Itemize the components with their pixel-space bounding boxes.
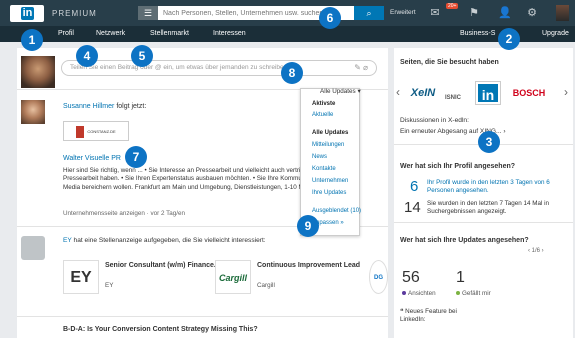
page-logo-xein[interactable]: XeIN bbox=[406, 82, 440, 104]
pages-title: Seiten, die Sie besucht haben bbox=[400, 59, 499, 66]
ey-update: EY hat eine Stellenanzeige aufgegeben, d… bbox=[63, 237, 266, 244]
filter-item-alle[interactable]: Alle Updates bbox=[312, 130, 348, 136]
search-count: 14 bbox=[404, 199, 421, 216]
filter-item-mitteilungen[interactable]: Mitteilungen bbox=[312, 142, 344, 148]
advanced-search-link[interactable]: Erweitert bbox=[390, 9, 416, 16]
add-connection-icon[interactable]: 👤 bbox=[498, 6, 512, 20]
job-title[interactable]: Senior Consultant (w/m) Finance... bbox=[105, 262, 225, 271]
update-header: Susanne Hillmer folgt jetzt: bbox=[63, 103, 146, 110]
filter-item-aktivste[interactable]: Aktivste bbox=[312, 101, 335, 107]
job-card[interactable]: Cargill Continuous Improvement Lead Carg… bbox=[215, 260, 365, 308]
discussions-text: Diskussionen in X-edln: bbox=[400, 117, 469, 124]
susanne-avatar[interactable] bbox=[21, 100, 45, 124]
chevron-left-icon[interactable]: ‹ bbox=[396, 85, 400, 99]
filter-label: Alle Updates bbox=[320, 88, 356, 95]
views-count: 56 bbox=[402, 269, 420, 286]
mail-badge: 20+ bbox=[446, 3, 459, 9]
dg-logo: DG bbox=[369, 260, 388, 294]
filter-selected[interactable]: Alle Updates ▾ bbox=[320, 88, 361, 95]
share-placeholder: Teilen Sie einen Beitrag oder @ ein, um … bbox=[70, 64, 288, 71]
company-logo-text: CONSTANZ.DE bbox=[87, 129, 116, 134]
my-avatar[interactable] bbox=[21, 56, 55, 88]
susanne-name[interactable]: Susanne Hillmer bbox=[63, 103, 114, 110]
share-box[interactable]: Teilen Sie einen Beitrag oder @ ein, um … bbox=[61, 60, 377, 76]
hamburger-icon[interactable]: ☰ bbox=[138, 6, 158, 20]
settings-icon[interactable]: ⚙ bbox=[525, 6, 539, 20]
job-company: EY bbox=[105, 282, 114, 289]
annotation-4: 4 bbox=[76, 45, 98, 67]
nav-netzwerk[interactable]: Netzwerk bbox=[96, 30, 125, 37]
job-title[interactable]: Continuous Improvement Lead bbox=[257, 262, 377, 271]
views-label-text: Ansichten bbox=[408, 290, 436, 297]
company-logo[interactable]: CONSTANZ.DE bbox=[63, 121, 129, 141]
annotation-6: 6 bbox=[319, 7, 341, 29]
neues-feature-text: Neues Feature bei LinkedIn: bbox=[400, 308, 457, 323]
job-card[interactable]: DG bbox=[369, 260, 388, 308]
nav-profil[interactable]: Profil bbox=[58, 30, 74, 37]
filter-item-aktuelle[interactable]: Aktuelle bbox=[312, 112, 333, 118]
annotation-2: 2 bbox=[498, 28, 520, 50]
page-logo-bosch[interactable]: BOSCH bbox=[508, 82, 550, 104]
search-icon: ⌕ bbox=[366, 8, 372, 18]
nav-business[interactable]: Business-S bbox=[460, 30, 495, 37]
annotation-7: 7 bbox=[125, 146, 147, 168]
filter-item-ausgeblendet[interactable]: Ausgeblendet (10) bbox=[312, 208, 361, 214]
follow-text: folgt jetzt: bbox=[116, 103, 147, 110]
job-card[interactable]: EY Senior Consultant (w/m) Finance... EY bbox=[63, 260, 220, 308]
profile-avatar[interactable] bbox=[556, 5, 569, 21]
job-company: Cargill bbox=[257, 282, 275, 289]
ey-logo: EY bbox=[63, 260, 99, 294]
annotation-5: 5 bbox=[131, 45, 153, 67]
annotation-8: 8 bbox=[281, 62, 303, 84]
mail-icon[interactable]: ✉ bbox=[428, 6, 442, 20]
post-title[interactable]: B-D-A: Is Your Conversion Content Strate… bbox=[63, 326, 258, 333]
nav-stellenmarkt[interactable]: Stellenmarkt bbox=[150, 30, 189, 37]
nav-upgrade[interactable]: Upgrade bbox=[542, 30, 569, 37]
attach-icon[interactable]: ✎ ⌀ bbox=[354, 61, 368, 75]
annotation-1: 1 bbox=[21, 29, 43, 51]
viewed-title: Wer hat sich Ihr Profil angesehen? bbox=[400, 163, 516, 170]
filter-item-unternehmen[interactable]: Unternehmen bbox=[312, 178, 348, 184]
filter-item-kontakte[interactable]: Kontakte bbox=[312, 166, 336, 172]
annotation-9: 9 bbox=[297, 215, 319, 237]
likes-dot bbox=[456, 291, 460, 295]
update-meta[interactable]: Unternehmensseite anzeigen · vor 2 Tag/e… bbox=[63, 210, 185, 217]
likes-label-text: Gefällt mir bbox=[462, 290, 491, 297]
search-text: Sie wurden in den letzten 7 Tagen 14 Mal… bbox=[427, 200, 550, 215]
annotation-3: 3 bbox=[478, 131, 500, 153]
ey-text: hat eine Stellenanzeige aufgegeben, die … bbox=[73, 237, 266, 244]
search-button[interactable]: ⌕ bbox=[354, 6, 384, 20]
divider bbox=[17, 316, 388, 317]
updates-viewed-title: Wer hat sich Ihre Updates angesehen? bbox=[400, 237, 529, 244]
briefcase-icon bbox=[21, 236, 45, 260]
likes-count: 1 bbox=[456, 269, 465, 286]
neues-feature: ❝ Neues Feature bei LinkedIn: bbox=[400, 308, 460, 324]
linkedin-logo[interactable]: in bbox=[10, 5, 44, 22]
premium-label: PREMIUM bbox=[52, 9, 97, 18]
filter-item-news[interactable]: News bbox=[312, 154, 327, 160]
filter-item-ihre[interactable]: Ihre Updates bbox=[312, 190, 346, 196]
viewed-count[interactable]: 6 bbox=[410, 178, 418, 195]
main-nav: Profil Netzwerk Stellenmarkt Interessen … bbox=[0, 26, 575, 42]
divider bbox=[394, 222, 573, 223]
ey-name[interactable]: EY bbox=[63, 237, 72, 244]
top-bar: in PREMIUM ☰ ⌕ Erweitert ✉ 20+ ⚑ 👤 ⚙ bbox=[0, 0, 575, 26]
viewed-text[interactable]: Ihr Profil wurde in den letzten 3 Tagen … bbox=[427, 179, 569, 194]
discussions-label: Diskussionen in X-edln: bbox=[400, 117, 469, 124]
views-label: Ansichten bbox=[402, 290, 436, 297]
tower-icon bbox=[76, 125, 85, 138]
chevron-down-icon: ▾ bbox=[357, 88, 361, 95]
company-name[interactable]: Walter Visuelle PR bbox=[63, 155, 121, 162]
nav-interessen[interactable]: Interessen bbox=[213, 30, 246, 37]
views-dot bbox=[402, 291, 406, 295]
cargill-logo: Cargill bbox=[215, 260, 251, 294]
likes-label: Gefällt mir bbox=[456, 290, 491, 297]
flag-icon[interactable]: ⚑ bbox=[467, 6, 481, 20]
logo-in: in bbox=[20, 7, 35, 20]
chevron-right-icon[interactable]: › bbox=[564, 85, 568, 99]
page-logo-isnic[interactable]: ISNIC bbox=[440, 90, 466, 106]
updates-pager[interactable]: ‹ 1/6 › bbox=[528, 248, 544, 254]
page-logo-linkedin[interactable]: in bbox=[475, 81, 501, 105]
